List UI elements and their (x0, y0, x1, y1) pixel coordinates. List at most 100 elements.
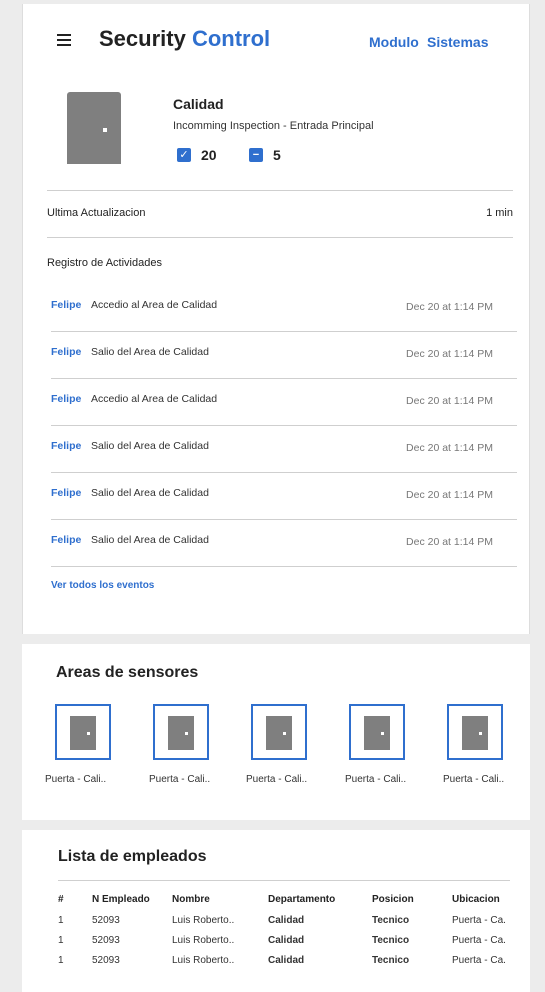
activity-description: Salio del Area de Calidad (91, 346, 209, 358)
activity-description: Salio del Area de Calidad (91, 487, 209, 499)
activity-timestamp: Dec 20 at 1:14 PM (406, 489, 493, 501)
employee-name: Luis Roberto.. (172, 914, 235, 926)
sensor-label: Puerta - Cali.. (345, 774, 407, 785)
employee-position: Tecnico (372, 914, 410, 926)
nav-modulo-link[interactable]: Modulo (369, 34, 419, 50)
divider (58, 880, 510, 881)
column-header[interactable]: Nombre (172, 888, 268, 910)
app-title-part2: Control (191, 26, 271, 51)
employee-department[interactable]: Calidad (268, 950, 372, 970)
activity-timestamp: Dec 20 at 1:14 PM (406, 301, 493, 313)
checkbox-indeterminate-icon: − (249, 148, 263, 162)
activity-timestamp: Dec 20 at 1:14 PM (406, 348, 493, 360)
door-icon (168, 716, 194, 750)
activity-row: Felipe Accedio al Area de Calidad Dec 20… (51, 379, 517, 426)
divider (47, 237, 513, 238)
activity-description: Accedio al Area de Calidad (91, 299, 218, 311)
employee-list-title: Lista de empleados (58, 848, 207, 865)
area-subtitle: Incomming Inspection - Entrada Principal (173, 120, 374, 132)
activity-timestamp: Dec 20 at 1:14 PM (406, 536, 493, 548)
sensor-label: Puerta - Cali.. (149, 774, 211, 785)
employee-location: Puerta - Ca. (452, 934, 506, 946)
last-update-value: 1 min (486, 207, 513, 219)
employee-name: Luis Roberto.. (172, 954, 235, 966)
sensor-item[interactable]: Puerta - Cali.. (343, 704, 423, 785)
sensor-label: Puerta - Cali.. (443, 774, 505, 785)
employee-department[interactable]: Calidad (268, 910, 372, 930)
activity-user-link[interactable]: Felipe (51, 393, 81, 405)
employee-position: Tecnico (372, 934, 410, 946)
activity-description: Salio del Area de Calidad (91, 440, 209, 452)
app-title: Security Control (99, 26, 270, 52)
column-header[interactable]: Posicion (372, 888, 452, 910)
column-header[interactable]: Ubicacion (452, 888, 522, 910)
activity-timestamp: Dec 20 at 1:14 PM (406, 442, 493, 454)
activity-description: Accedio al Area de Calidad (91, 393, 218, 405)
sensor-tile[interactable] (153, 704, 209, 760)
activity-row: Felipe Salio del Area de Calidad Dec 20 … (51, 473, 517, 520)
employee-number: 52093 (92, 914, 120, 926)
table-header-row: # N Empleado Nombre Departamento Posicio… (58, 888, 522, 910)
door-icon (364, 716, 390, 750)
row-index: 1 (58, 954, 64, 966)
employee-number: 52093 (92, 954, 120, 966)
app-frame: Security Control Modulo Sistemas Calidad… (22, 4, 530, 992)
activity-row: Felipe Salio del Area de Calidad Dec 20 … (51, 426, 517, 473)
column-header[interactable]: N Empleado (92, 888, 172, 910)
sensor-tile[interactable] (55, 704, 111, 760)
door-icon (67, 92, 121, 164)
sensor-tile[interactable] (251, 704, 307, 760)
sensor-item[interactable]: Puerta - Cali.. (245, 704, 325, 785)
checkbox-checked-icon: ✓ (177, 148, 191, 162)
activity-timestamp: Dec 20 at 1:14 PM (406, 395, 493, 407)
see-all-events-link[interactable]: Ver todos los eventos (51, 580, 154, 591)
activity-row: Felipe Salio del Area de Calidad Dec 20 … (51, 520, 517, 567)
last-update-label: Ultima Actualizacion (47, 207, 146, 219)
unchecked-count: 5 (273, 147, 281, 163)
app-title-part1: Security (99, 26, 186, 51)
activity-user-link[interactable]: Felipe (51, 534, 81, 546)
column-header[interactable]: # (58, 888, 92, 910)
activity-description: Salio del Area de Calidad (91, 534, 209, 546)
nav-sistemas-link[interactable]: Sistemas (427, 34, 488, 50)
area-title: Calidad (173, 96, 224, 112)
sensor-label: Puerta - Cali.. (45, 774, 107, 785)
door-icon (70, 716, 96, 750)
activity-row: Felipe Salio del Area de Calidad Dec 20 … (51, 332, 517, 379)
door-icon (266, 716, 292, 750)
sensor-item[interactable]: Puerta - Cali.. (45, 704, 129, 785)
employee-location: Puerta - Ca. (452, 954, 506, 966)
area-card: Security Control Modulo Sistemas Calidad… (22, 4, 530, 634)
employee-department[interactable]: Calidad (268, 930, 372, 950)
sensor-label: Puerta - Cali.. (246, 774, 308, 785)
unchecked-counter: − 5 (249, 147, 281, 163)
checked-count: 20 (201, 147, 217, 163)
table-row[interactable]: 1 52093 Luis Roberto.. Calidad Tecnico P… (58, 950, 522, 970)
employee-table: # N Empleado Nombre Departamento Posicio… (58, 888, 522, 970)
activity-user-link[interactable]: Felipe (51, 346, 81, 358)
activity-row: Felipe Accedio al Area de Calidad Dec 20… (51, 285, 517, 332)
activity-user-link[interactable]: Felipe (51, 440, 81, 452)
activity-user-link[interactable]: Felipe (51, 487, 81, 499)
table-row[interactable]: 1 52093 Luis Roberto.. Calidad Tecnico P… (58, 930, 522, 950)
divider (47, 190, 513, 191)
table-row[interactable]: 1 52093 Luis Roberto.. Calidad Tecnico P… (58, 910, 522, 930)
row-index: 1 (58, 934, 64, 946)
door-icon (462, 716, 488, 750)
checked-counter: ✓ 20 (177, 147, 217, 163)
sensor-tile[interactable] (349, 704, 405, 760)
sensor-areas-title: Areas de sensores (56, 664, 199, 681)
sensor-areas-card: Areas de sensores Puerta - Cali.. Puerta… (22, 644, 530, 820)
activity-log-title: Registro de Actividades (47, 257, 162, 269)
column-header[interactable]: Departamento (268, 888, 372, 910)
sensor-item[interactable]: Puerta - Cali.. (441, 704, 521, 785)
employee-location: Puerta - Ca. (452, 914, 506, 926)
sensor-tile[interactable] (447, 704, 503, 760)
employee-number: 52093 (92, 934, 120, 946)
row-index: 1 (58, 914, 64, 926)
employee-list-card: Lista de empleados # N Empleado Nombre D… (22, 830, 530, 992)
employee-name: Luis Roberto.. (172, 934, 235, 946)
menu-icon[interactable] (57, 34, 71, 49)
activity-user-link[interactable]: Felipe (51, 299, 81, 311)
sensor-item[interactable]: Puerta - Cali.. (147, 704, 227, 785)
